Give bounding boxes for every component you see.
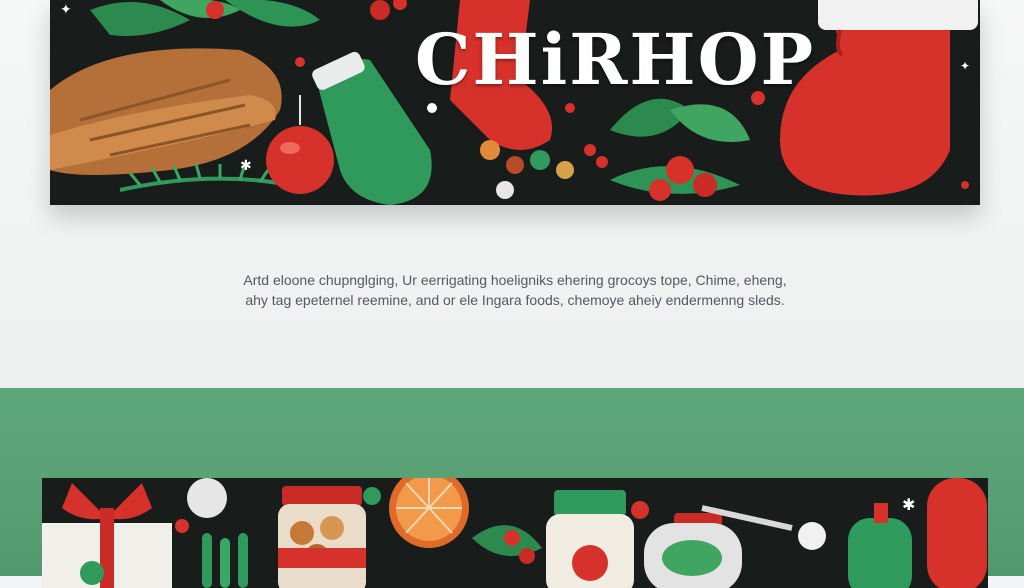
hero-banner: ✦ ✦ ✱ CHiRHOP [50, 0, 980, 205]
svg-text:✦: ✦ [960, 59, 970, 73]
grocery-illustration: ✱ [42, 478, 987, 588]
svg-text:✱: ✱ [902, 495, 915, 514]
svg-text:✱: ✱ [240, 158, 252, 174]
hero-section: ✦ ✦ ✱ CHiRHOP Artd eloone chupnglging, U… [0, 0, 1024, 388]
tagline-line-1: Artd eloone chupnglging, Ur eerrigating … [243, 272, 787, 288]
brand-title: CHiRHOP [414, 18, 816, 101]
tagline-line-2: ahy tag epeternel reemine, and or ele In… [245, 292, 785, 308]
secondary-banner: ✱ [42, 478, 988, 588]
svg-text:✦: ✦ [60, 2, 72, 18]
hero-tagline: Artd eloone chupnglging, Ur eerrigating … [170, 270, 860, 310]
